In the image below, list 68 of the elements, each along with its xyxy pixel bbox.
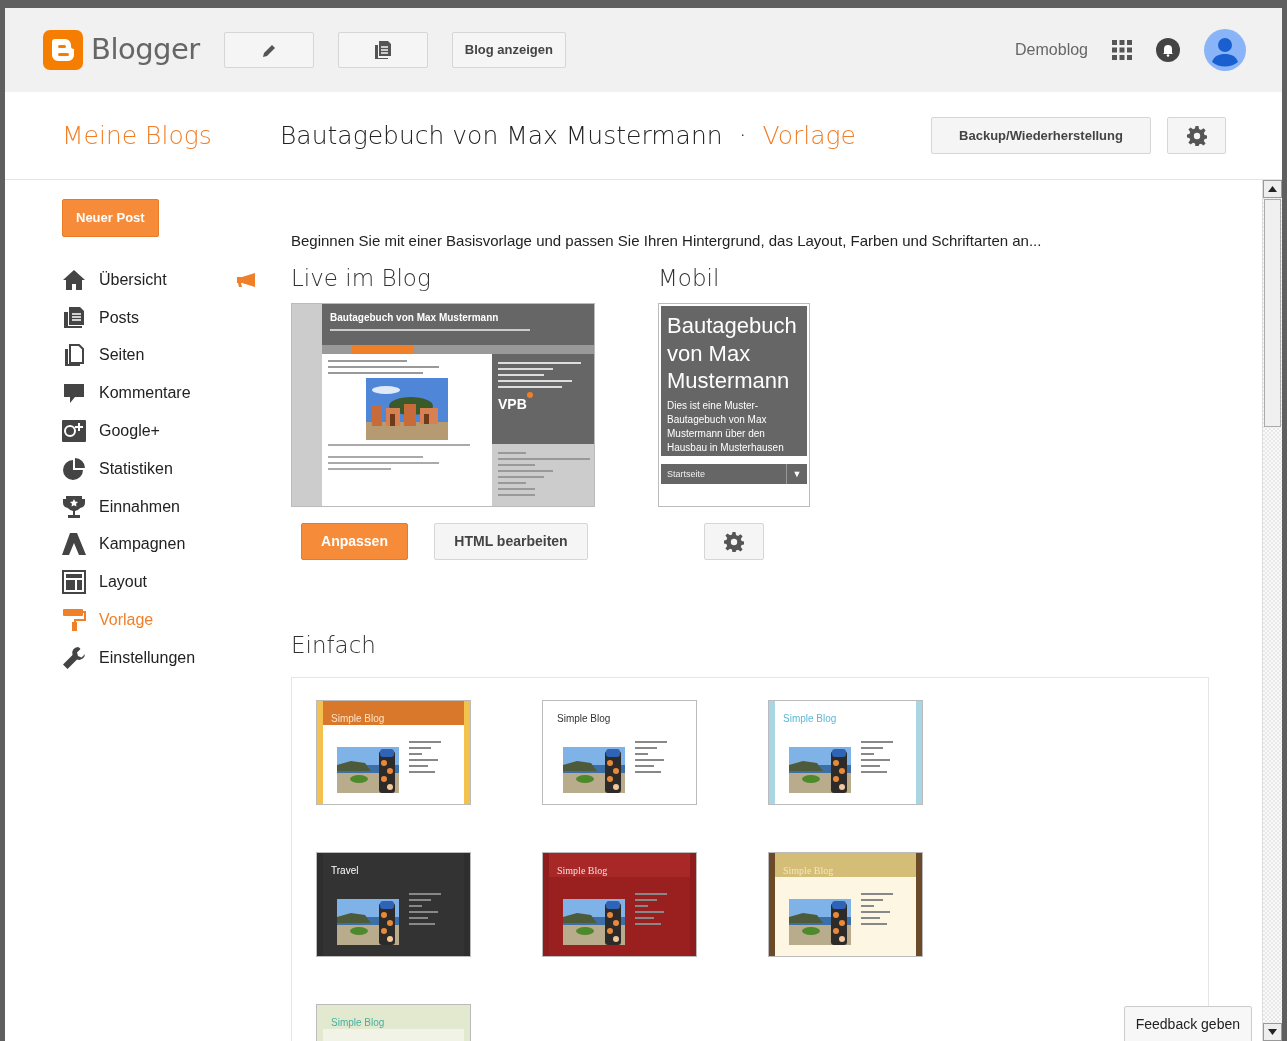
documents-icon — [373, 40, 392, 61]
sidebar-item[interactable]: Einstellungen — [62, 638, 279, 677]
blog-name: Demoblog — [1015, 40, 1088, 60]
dot-icon — [526, 392, 533, 398]
posts-button[interactable] — [337, 32, 428, 68]
campaign-icon — [62, 532, 86, 557]
sidebar-item[interactable]: Seiten — [62, 336, 279, 375]
template-title: Simple Blog — [783, 864, 834, 876]
settings-button[interactable] — [1167, 117, 1226, 154]
logo-text: Blogger — [91, 31, 200, 69]
trophy-icon — [62, 494, 86, 519]
logo-text: VPB — [498, 395, 527, 414]
template-title: Simple Blog — [331, 712, 385, 724]
layout-icon — [62, 570, 86, 595]
blog-title: Bautagebuch von Max Mustermann — [667, 312, 798, 395]
feedback-button[interactable]: Feedback geben — [1123, 1006, 1252, 1041]
intro-text: Beginnen Sie mit einer Basisvorlage und passen Sie Ihren Hintergrund, das Layout, Farben und Schriftarten an... — [291, 231, 1043, 251]
megaphone-icon[interactable] — [237, 272, 257, 287]
mobile-settings-button[interactable] — [704, 523, 764, 560]
pie-chart-icon — [62, 456, 86, 481]
blogger-logo-icon — [43, 30, 83, 70]
settings-icon — [724, 531, 744, 552]
edit-html-button[interactable]: HTML bearbeiten — [434, 523, 588, 560]
wrench-icon — [62, 645, 86, 670]
scroll-down-arrow-icon[interactable] — [1268, 1029, 1277, 1035]
sidebar-item[interactable]: Übersicht — [62, 261, 279, 299]
apps-grid-icon[interactable] — [1112, 40, 1132, 60]
section-title: Vorlage — [762, 119, 856, 152]
separator: · — [738, 119, 747, 152]
template-title: Travel — [331, 864, 359, 876]
sidebar-item[interactable]: Kommentare — [62, 374, 279, 413]
sidebar-item[interactable]: Einnahmen — [62, 487, 279, 526]
nav-bar — [352, 345, 414, 354]
template-title: Simple Blog — [557, 712, 611, 724]
section-heading: Einfach — [291, 631, 377, 660]
scrollbar[interactable] — [1262, 180, 1282, 1041]
scrollbar-thumb[interactable] — [1264, 199, 1281, 427]
sidebar-item[interactable]: Kampagnen — [62, 525, 279, 564]
scroll-up-arrow-icon[interactable] — [1268, 186, 1277, 192]
sidebar-item[interactable]: Google+ — [62, 412, 279, 450]
backup-button[interactable]: Backup/Wiederherstellung — [931, 117, 1151, 154]
live-blog-preview[interactable]: Bautagebuch von Max Mustermann VPB — [291, 303, 595, 507]
settings-icon — [1186, 125, 1207, 146]
google-plus-icon — [62, 419, 86, 444]
house-icon — [62, 267, 86, 292]
section-heading: Mobil — [658, 263, 721, 293]
mobile-preview[interactable]: Bautagebuch von Max Mustermann Dies ist eine Muster-Bautagebuch von Max Mustermann über den Hausbau in Musterhausen Startseite ▼ — [658, 303, 810, 507]
template-thumbnail[interactable]: Simple Blog — [542, 699, 697, 805]
notification-icon[interactable] — [1156, 38, 1180, 62]
blog-title: Bautagebuch von Max Mustermann — [330, 311, 500, 325]
section-heading: Live im Blog — [291, 263, 432, 293]
template-title: Simple Blog — [331, 1016, 385, 1028]
avatar-icon[interactable] — [1204, 29, 1246, 71]
template-thumbnail[interactable]: Simple Blog — [542, 851, 697, 957]
page-icon — [62, 343, 86, 368]
template-title: Simple Blog — [783, 712, 837, 724]
view-blog-button[interactable]: Blog anzeigen — [451, 32, 566, 68]
sidebar-item[interactable]: Posts — [62, 298, 279, 337]
documents-icon — [62, 305, 86, 330]
sidebar-item[interactable]: Layout — [62, 563, 279, 602]
template-title: Simple Blog — [557, 864, 608, 876]
menu-item[interactable]: Startseite — [661, 464, 787, 484]
page-title: Bautagebuch von Max Mustermann — [280, 119, 723, 152]
paint-roller-icon — [62, 608, 86, 633]
sidebar-item[interactable]: Statistiken — [62, 450, 279, 488]
dropdown-arrow[interactable]: ▼ — [787, 464, 807, 484]
template-thumbnail[interactable]: Travel — [316, 851, 471, 957]
blog-description: Dies ist eine Muster-Bautagebuch von Max Mustermann über den Hausbau in Musterhausen — [667, 398, 785, 455]
